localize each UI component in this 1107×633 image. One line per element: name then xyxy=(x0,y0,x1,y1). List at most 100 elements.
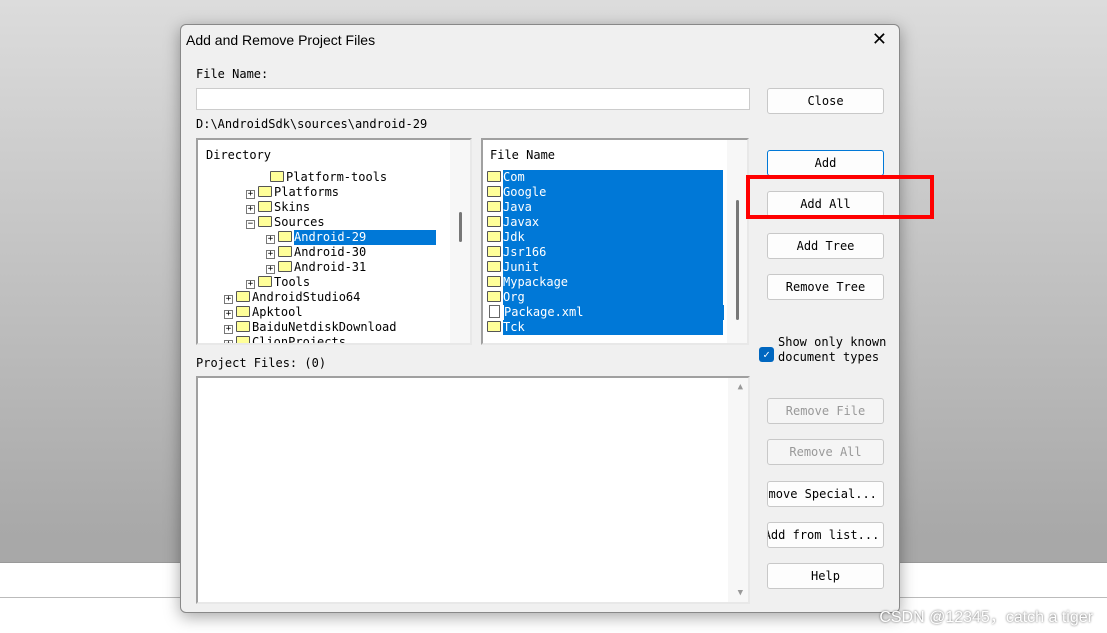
add-from-list-button[interactable]: Add from list... xyxy=(767,522,884,548)
folder-icon xyxy=(487,171,501,182)
directory-item[interactable]: + Skins xyxy=(246,200,310,215)
file-list[interactable]: File Name Com Google Java Javax Jdk Jsr166 Jun… xyxy=(481,138,749,345)
directory-item-label: Tools xyxy=(274,275,311,289)
folder-icon xyxy=(258,186,272,197)
file-item[interactable]: Google xyxy=(487,185,723,200)
dialog-title: Add and Remove Project Files xyxy=(186,32,376,48)
directory-tree[interactable]: Directory Platform-tools + Platforms + Skins… xyxy=(196,138,472,345)
expand-icon[interactable]: + xyxy=(266,265,275,274)
folder-icon xyxy=(487,321,501,332)
file-item[interactable]: Com xyxy=(487,170,723,185)
directory-scrollbar[interactable] xyxy=(459,212,462,242)
file-item[interactable]: Junit xyxy=(487,260,723,275)
folder-icon xyxy=(278,246,292,257)
folder-icon xyxy=(487,276,501,287)
folder-icon xyxy=(487,201,501,212)
file-item[interactable]: Package.xml xyxy=(487,305,724,320)
folder-icon xyxy=(258,201,272,212)
directory-item-label: Android-31 xyxy=(294,260,367,274)
directory-item[interactable]: + ClionProjects xyxy=(224,335,346,345)
expand-icon[interactable]: + xyxy=(224,340,233,343)
file-item-label: Com xyxy=(503,170,723,185)
add-remove-files-dialog: Add and Remove Project Files ✕ File Name… xyxy=(180,24,900,613)
folder-icon xyxy=(487,231,501,242)
current-path: D:\AndroidSdk\sources\android-29 xyxy=(196,117,428,131)
directory-item[interactable]: + BaiduNetdiskDownload xyxy=(224,320,397,335)
file-item-label: Package.xml xyxy=(504,305,724,320)
directory-header: Directory xyxy=(206,148,272,162)
file-item[interactable]: Javax xyxy=(487,215,723,230)
remove-file-button[interactable]: Remove File xyxy=(767,398,884,424)
expand-icon[interactable]: + xyxy=(224,310,233,319)
directory-item-label: Android-29 xyxy=(294,230,436,245)
file-item-label: Org xyxy=(503,290,723,305)
directory-item-label: Sources xyxy=(274,215,325,229)
folder-icon xyxy=(487,291,501,302)
folder-icon xyxy=(236,291,250,302)
collapse-icon[interactable]: − xyxy=(246,220,255,229)
directory-item[interactable]: + Android-31 xyxy=(266,260,366,275)
file-item-label: Javax xyxy=(503,215,723,230)
directory-item-label: Platform-tools xyxy=(286,170,388,184)
folder-icon xyxy=(278,231,292,242)
directory-item-label: BaiduNetdiskDownload xyxy=(252,320,397,334)
file-item[interactable]: Jsr166 xyxy=(487,245,723,260)
expand-icon[interactable]: + xyxy=(266,250,275,259)
expand-icon[interactable]: + xyxy=(266,235,275,244)
show-only-label: Show only known document types xyxy=(778,335,887,364)
expand-icon[interactable]: + xyxy=(224,295,233,304)
folder-icon xyxy=(487,246,501,257)
directory-item-label: Apktool xyxy=(252,305,303,319)
expand-icon[interactable]: + xyxy=(246,190,255,199)
folder-icon xyxy=(236,306,250,317)
help-button[interactable]: Help xyxy=(767,563,884,589)
file-item-label: Jdk xyxy=(503,230,723,245)
file-list-scrollbar[interactable] xyxy=(736,200,739,320)
file-item-label: Junit xyxy=(503,260,723,275)
file-item-label: Google xyxy=(503,185,723,200)
file-item[interactable]: Java xyxy=(487,200,723,215)
add-tree-button[interactable]: Add Tree xyxy=(767,233,884,259)
file-item[interactable]: Tck xyxy=(487,320,723,335)
scroll-up-icon[interactable]: ▲ xyxy=(738,382,743,392)
expand-icon[interactable]: + xyxy=(246,205,255,214)
show-only-checkbox[interactable]: ✓ xyxy=(759,347,774,362)
remove-all-button[interactable]: Remove All xyxy=(767,439,884,465)
remove-tree-button[interactable]: Remove Tree xyxy=(767,274,884,300)
directory-item[interactable]: + Tools xyxy=(246,275,310,290)
file-item-label: Java xyxy=(503,200,723,215)
directory-item-label: ClionProjects xyxy=(252,335,346,345)
expand-icon[interactable]: + xyxy=(224,325,233,334)
project-files-list[interactable]: ▲ ▼ xyxy=(196,376,750,604)
file-name-input[interactable] xyxy=(196,88,750,110)
directory-item[interactable]: + AndroidStudio64 xyxy=(224,290,360,305)
directory-item[interactable]: + Android-30 xyxy=(266,245,366,260)
file-name-label: File Name: xyxy=(196,67,269,81)
folder-icon xyxy=(258,216,272,227)
project-files-label: Project Files: (0) xyxy=(196,356,327,370)
file-item-label: Tck xyxy=(503,320,723,335)
file-item[interactable]: Org xyxy=(487,290,723,305)
scroll-down-icon[interactable]: ▼ xyxy=(738,588,743,598)
directory-item[interactable]: + Android-29 xyxy=(266,230,436,245)
directory-item-label: Skins xyxy=(274,200,311,214)
highlight-box xyxy=(746,175,934,219)
add-button[interactable]: Add xyxy=(767,150,884,176)
close-icon[interactable]: ✕ xyxy=(872,29,887,50)
folder-icon xyxy=(236,321,250,332)
directory-item[interactable]: + Platforms xyxy=(246,185,339,200)
expand-icon[interactable]: + xyxy=(246,280,255,289)
file-item[interactable]: Mypackage xyxy=(487,275,723,290)
file-item[interactable]: Jdk xyxy=(487,230,723,245)
close-button[interactable]: Close xyxy=(767,88,884,114)
folder-icon xyxy=(278,261,292,272)
folder-icon xyxy=(487,216,501,227)
folder-icon xyxy=(270,171,284,182)
directory-item[interactable]: − Sources xyxy=(246,215,325,230)
remove-special-button[interactable]: Remove Special... xyxy=(767,481,884,507)
directory-item-label: AndroidStudio64 xyxy=(252,290,361,304)
directory-item[interactable]: + Apktool xyxy=(224,305,303,320)
directory-item[interactable]: Platform-tools xyxy=(270,170,387,185)
folder-icon xyxy=(487,186,501,197)
folder-icon xyxy=(258,276,272,287)
